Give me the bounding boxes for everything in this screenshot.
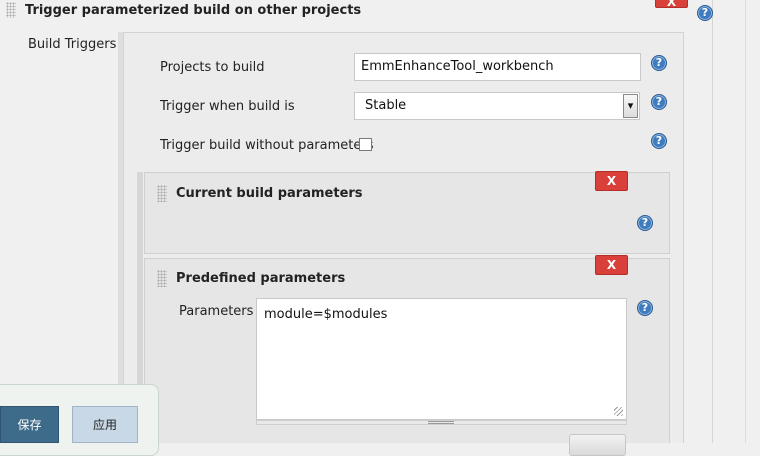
trigger-when-label: Trigger when build is xyxy=(160,99,295,114)
right-edge-rule-2 xyxy=(745,0,746,443)
drag-handle[interactable] xyxy=(6,2,16,18)
delete-step-button[interactable]: X xyxy=(655,0,688,9)
save-button[interactable]: 保存 xyxy=(0,406,59,443)
predefined-params-delete-button[interactable]: X xyxy=(595,255,628,275)
add-parameters-button[interactable] xyxy=(569,434,626,456)
chevron-down-icon: ▾ xyxy=(627,99,634,112)
predefined-params-title: Predefined parameters xyxy=(176,271,346,286)
without-params-label: Trigger build without parameters xyxy=(160,138,374,153)
section-title: Trigger parameterized build on other pro… xyxy=(25,3,362,18)
trigger-when-select[interactable]: Stable xyxy=(354,92,640,120)
projects-help-icon[interactable]: ? xyxy=(651,55,667,71)
current-params-title: Current build parameters xyxy=(176,186,363,201)
projects-to-build-input[interactable]: EmmEnhanceTool_workbench xyxy=(354,53,641,81)
apply-button[interactable]: 应用 xyxy=(72,406,138,443)
parameters-textarea[interactable]: module=$modules xyxy=(256,298,627,420)
predefined-params-drag-handle[interactable] xyxy=(157,270,167,287)
current-params-panel xyxy=(144,172,670,254)
current-params-help-icon[interactable]: ? xyxy=(637,215,653,231)
right-edge-rule xyxy=(712,0,713,443)
current-params-delete-button[interactable]: X xyxy=(595,171,628,191)
resize-grip-icon[interactable] xyxy=(614,407,623,416)
help-icon[interactable]: ? xyxy=(697,5,713,21)
parameters-value: module=$modules xyxy=(264,307,388,322)
parameters-label: Parameters xyxy=(179,304,254,319)
current-params-drag-handle[interactable] xyxy=(157,185,167,202)
without-params-checkbox[interactable] xyxy=(359,138,372,151)
without-params-help-icon[interactable]: ? xyxy=(651,133,667,149)
trigger-when-value: Stable xyxy=(365,98,407,113)
build-triggers-label: Build Triggers xyxy=(28,37,117,52)
projects-to-build-label: Projects to build xyxy=(160,60,265,75)
trigger-when-help-icon[interactable]: ? xyxy=(651,94,667,110)
parameters-help-icon[interactable]: ? xyxy=(637,300,653,316)
splitter-grip xyxy=(428,421,454,424)
dropdown-arrow-button[interactable]: ▾ xyxy=(623,94,638,118)
